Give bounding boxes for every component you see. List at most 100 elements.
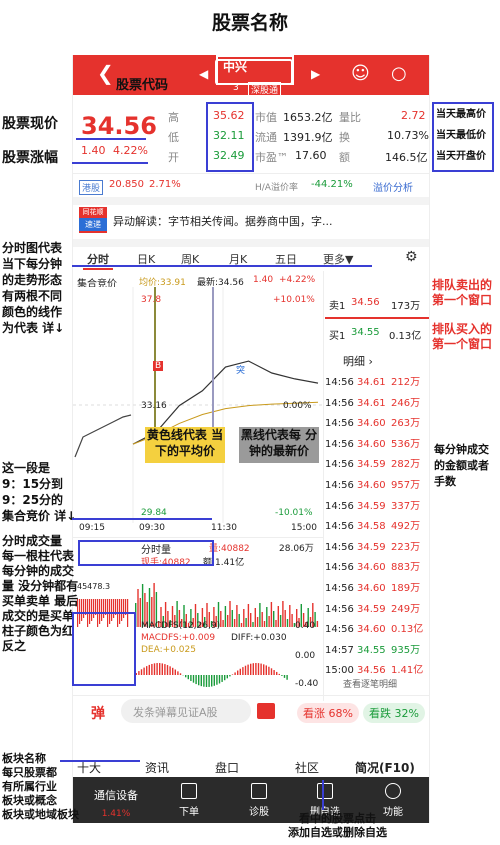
macd-bar — [278, 673, 280, 675]
tick-volume: 212万 — [391, 377, 421, 388]
time-label-0930: 09:30 — [139, 523, 165, 533]
settings-icon[interactable]: ⚙ — [405, 249, 418, 265]
tab-community[interactable]: 社区 — [295, 759, 319, 776]
macd-diff: DIFF:+0.030 — [231, 633, 287, 643]
next-stock-icon[interactable]: ▶ — [311, 67, 320, 81]
annotation-buy1: 排队买入的 第一个窗口 — [432, 322, 493, 351]
danmaku-icon[interactable]: 弹 — [91, 703, 105, 723]
yellow-line-note: 黄色线代表 当下的平均价 — [145, 427, 225, 463]
order-button[interactable]: 下单 — [159, 781, 219, 818]
macd-bar — [146, 666, 148, 675]
macd-bar — [195, 675, 197, 685]
back-icon[interactable]: ❮ — [97, 61, 114, 85]
volume-bar — [277, 606, 279, 627]
tick-volume: 189万 — [391, 583, 421, 594]
volume-bar — [259, 603, 261, 627]
tick-row: 14:56 34.61 246万 — [325, 394, 429, 409]
macd-bar — [208, 675, 210, 687]
macd-bar — [242, 667, 244, 675]
tick-time: 14:56 — [325, 438, 354, 450]
tick-price: 34.60 — [357, 562, 386, 574]
macd-chart — [135, 663, 288, 687]
bull-button[interactable]: 看涨 68% — [297, 703, 359, 723]
minus-box-icon — [317, 783, 333, 799]
tick-volume: 337万 — [391, 500, 421, 512]
macd-scale-top: 0.40 — [295, 621, 316, 631]
high-label: 高 — [168, 111, 179, 124]
tick-row: 14:56 34.60 263万 — [325, 414, 429, 429]
macd-bar — [177, 671, 179, 675]
tick-row: 14:56 34.60 957万 — [325, 476, 429, 491]
amount-value: 146.5亿 — [385, 151, 428, 164]
pe-label: 市盈™ — [255, 151, 288, 164]
view-more-link[interactable]: 查看逐笔明细 — [343, 677, 397, 690]
hk-price[interactable]: 20.850 — [109, 179, 144, 190]
tick-time: 14:56 — [325, 583, 354, 594]
tick-price: 34.59 — [357, 603, 386, 615]
annotation-sell1: 排队卖出的 第一个窗口 — [432, 278, 493, 307]
diagnose-button[interactable]: 诊股 — [229, 781, 289, 818]
annotation-current-price: 股票现价 — [2, 116, 58, 132]
sector-name-button[interactable]: 通信设备 1.41% — [81, 787, 151, 819]
volume-bar — [240, 623, 243, 627]
volume-bar — [229, 601, 231, 627]
macd-value: MACDFS:+0.009 — [141, 633, 216, 643]
tick-time: 14:56 — [325, 521, 354, 533]
current-price: 34.56 — [81, 112, 157, 140]
tick-price: 34.55 — [357, 644, 386, 656]
macd-bar — [224, 675, 226, 681]
tick-volume: 492万 — [391, 521, 421, 533]
tick-price: 34.61 — [357, 377, 386, 388]
annotation-volume: 分时成交量 每一根柱代表 每分钟的成交 量 没分钟都有 买单卖单 最后 成交的是… — [2, 534, 79, 653]
vol-ratio-label: 量比 — [339, 111, 361, 124]
bottom-pct: -10.01% — [275, 508, 313, 518]
time-label-1500: 15:00 — [291, 523, 317, 533]
section-tabs: 十大 资讯 盘口 社区 简况(F10) — [73, 739, 429, 777]
premium-analysis-link[interactable]: 溢价分析 — [373, 179, 413, 194]
tick-price: 34.59 — [357, 541, 386, 553]
macd-dea: DEA:+0.025 — [141, 645, 196, 655]
period-tabs: 分时 日K 周K 月K 五日 更多▼ ⚙ — [73, 247, 429, 271]
comment-input[interactable]: 发条弹幕见证A股 — [121, 699, 251, 723]
volume-bar — [286, 619, 289, 627]
tick-row: 14:56 34.59 223万 — [325, 538, 429, 553]
volume-bar — [247, 604, 250, 627]
sell1-label: 卖1 — [329, 301, 346, 312]
robot-icon[interactable]: ☺ — [351, 63, 370, 84]
open-label: 开 — [168, 151, 179, 164]
tick-time: 14:56 — [325, 480, 354, 491]
macd-bar — [151, 663, 153, 675]
tab-f10[interactable]: 简况(F10) — [355, 759, 415, 776]
macd-bar — [138, 671, 140, 675]
news-text[interactable]: 异动解读：字节相关传闻。据券商中国，字... — [113, 213, 423, 229]
macd-bar — [148, 664, 150, 675]
macd-bar — [169, 666, 171, 675]
volume-bar — [231, 610, 233, 627]
sector-pct: 1.41% — [101, 809, 131, 819]
tab-handicap[interactable]: 盘口 — [215, 759, 239, 776]
annotation-watchlist: 看中的股票点击 添加自选或删除自选 — [288, 812, 387, 839]
macd-bar — [156, 663, 158, 675]
macd-bar — [283, 675, 286, 678]
macd-bar — [234, 672, 236, 675]
macd-title[interactable]: MACDFS(12,26,9) — [141, 621, 220, 631]
search-icon[interactable]: ○ — [391, 63, 407, 84]
tab-news[interactable]: 资讯 — [145, 759, 169, 776]
gift-icon[interactable] — [257, 703, 275, 719]
macd-bar — [265, 665, 267, 675]
macd-bar — [273, 670, 275, 675]
prev-stock-icon[interactable]: ◀ — [199, 67, 208, 81]
hk-tag: 港股 — [79, 180, 104, 195]
macd-bar — [221, 675, 223, 682]
macd-bar — [229, 675, 231, 677]
macd-bar — [226, 675, 228, 679]
macd-bar — [200, 675, 202, 687]
tick-volume: 263万 — [391, 418, 421, 430]
tick-price: 34.60 — [357, 624, 386, 636]
macd-bar — [247, 664, 249, 675]
tick-row: 14:57 34.55 935万 — [325, 641, 429, 656]
bear-button[interactable]: 看跌 32% — [363, 703, 425, 723]
macd-bar — [185, 675, 187, 678]
volume-bar — [224, 606, 227, 627]
detail-button[interactable]: 明细 › — [343, 353, 373, 369]
